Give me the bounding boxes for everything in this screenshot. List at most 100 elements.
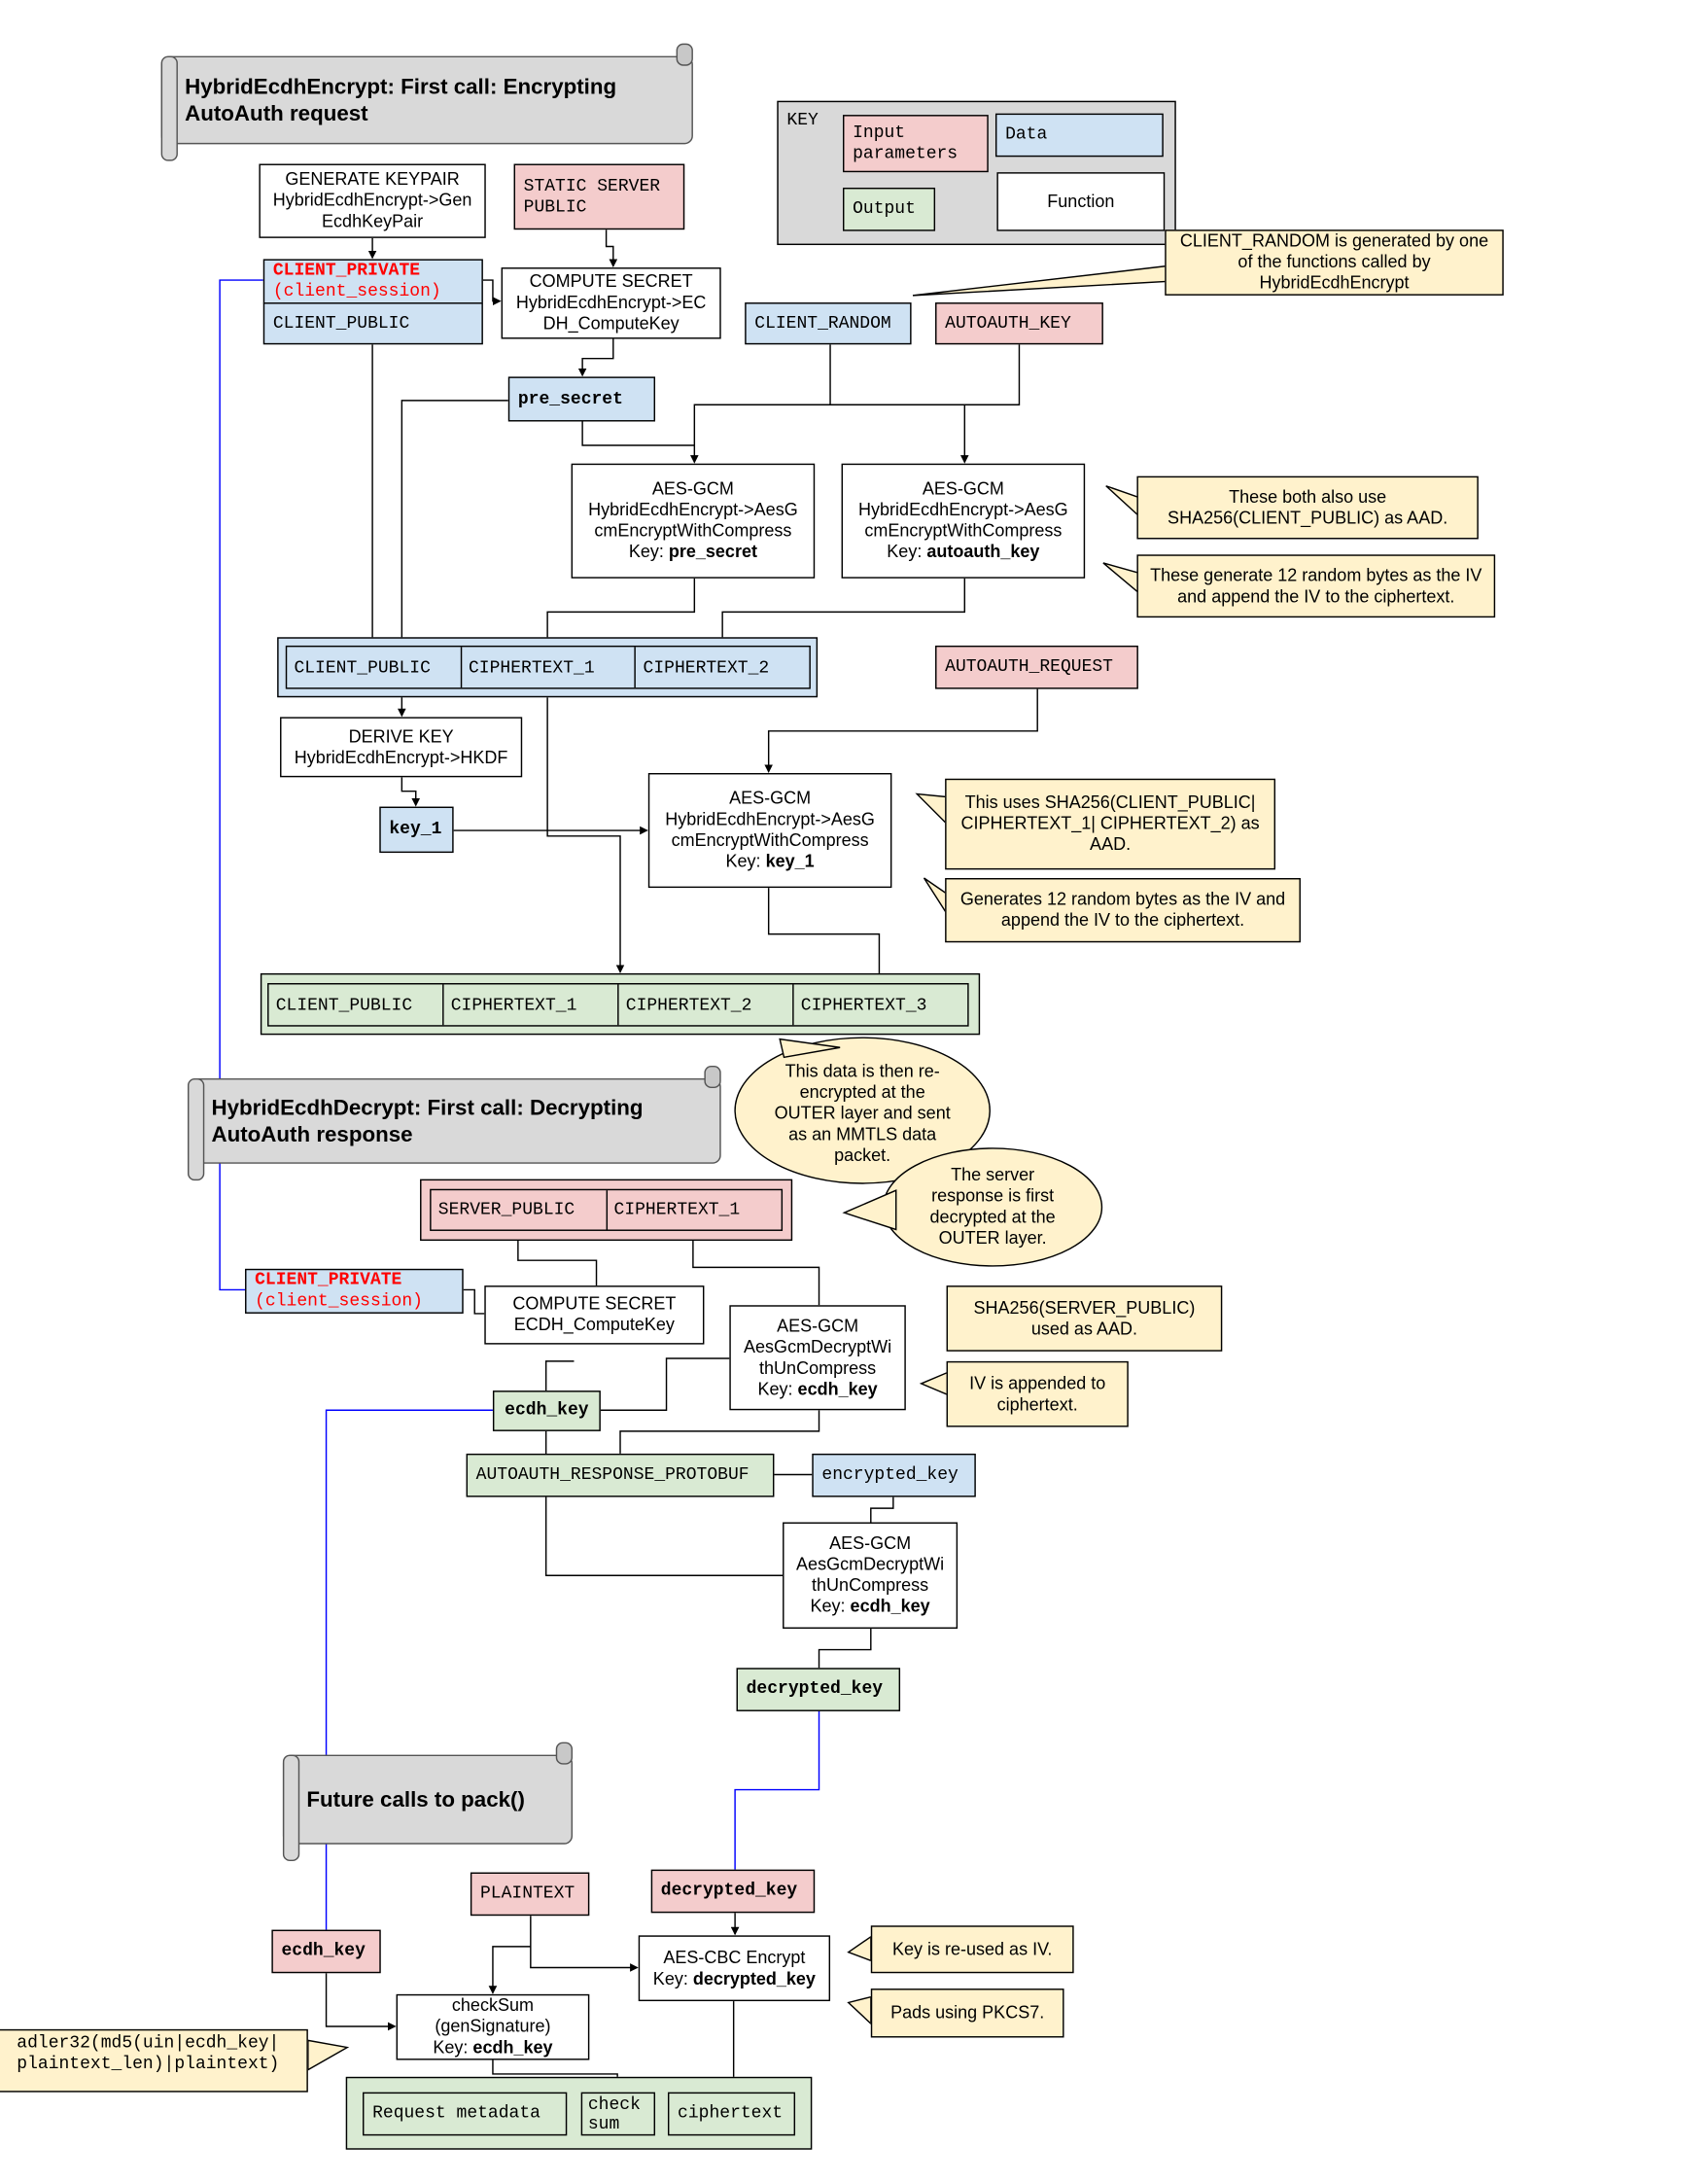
function-title: COMPUTE SECRET [512, 1293, 677, 1314]
function-call: thUnCompress [812, 1575, 929, 1596]
function-call: HybridEcdhEncrypt->AesG [858, 500, 1068, 520]
request-metadata: Request metadata [363, 2092, 568, 2136]
aes-gcm-key-1: AES-GCM HybridEcdhEncrypt->AesG cmEncryp… [647, 772, 892, 889]
note-aad-both: These both also use SHA256(CLIENT_PUBLIC… [1136, 475, 1479, 540]
client-session-label: (client_session) [272, 281, 441, 301]
encrypted-key: encrypted_key [812, 1453, 976, 1497]
check-sum: check sum [580, 2092, 656, 2136]
client-session-label: (client_session) [255, 1290, 423, 1312]
checksum-function: checkSum (genSignature) Key: ecdh_key [396, 1993, 590, 2060]
note-pkcs7: Pads using PKCS7. [870, 1988, 1064, 2038]
connector [482, 279, 502, 305]
row-cell: CIPHERTEXT_1 [444, 984, 619, 1026]
key-function: Function [996, 172, 1166, 231]
function-call: HybridEcdhEncrypt->Gen [272, 190, 472, 211]
function-key: Key: key_1 [725, 851, 815, 871]
row-cell: CIPHERTEXT_1 [462, 647, 637, 688]
function-call: AesGcmDecryptWi [744, 1336, 892, 1356]
function-title: COMPUTE SECRET [529, 271, 693, 292]
aes-gcm-autoauth-key: AES-GCM HybridEcdhEncrypt->AesG cmEncryp… [841, 463, 1086, 579]
encrypt-output-row: CLIENT_PUBLIC CIPHERTEXT_1 CIPHERTEXT_2 … [267, 983, 969, 1027]
pre-secret: pre_secret [507, 376, 656, 422]
function-title: GENERATE KEYPAIR [285, 169, 460, 190]
row-cell: SERVER_PUBLIC [432, 1190, 608, 1230]
client-random: CLIENT_RANDOM [745, 302, 912, 345]
note-iv-both: These generate 12 random bytes as the IV… [1136, 554, 1496, 618]
function-call: HybridEcdhEncrypt->EC [515, 293, 707, 313]
function-title: AES-GCM [922, 478, 1004, 499]
connector [619, 1410, 820, 1454]
key-output: Output [843, 187, 936, 231]
function-key: Key: ecdh_key [810, 1596, 930, 1616]
autoauth-request: AUTOAUTH_REQUEST [935, 645, 1138, 689]
compute-secret-function: COMPUTE SECRET HybridEcdhEncrypt->EC DH_… [501, 267, 721, 339]
title-encrypt: HybridEcdhEncrypt: First call: Encryptin… [160, 43, 693, 161]
compute-secret-decrypt-function: COMPUTE SECRET ECDH_ComputeKey [484, 1285, 705, 1345]
function-key: Key: pre_secret [628, 542, 757, 562]
function-title: AES-CBC Encrypt [663, 1947, 806, 1967]
function-call: AesGcmDecryptWi [796, 1554, 945, 1574]
callout-tail [1102, 562, 1139, 594]
function-call: EcdhKeyPair [322, 211, 424, 231]
function-title: AES-GCM [729, 788, 812, 808]
note-aad-key1: This uses SHA256(CLIENT_PUBLIC| CIPHERTE… [945, 778, 1276, 870]
autoauth-response-protobuf: AUTOAUTH_RESPONSE_PROTOBUF [466, 1453, 775, 1497]
connector [530, 1916, 639, 1972]
note-adler: adler32(md5(uin|ecdh_key| plaintext_len)… [0, 2028, 308, 2093]
function-key: Key: autoauth_key [887, 542, 1040, 562]
aes-gcm-decrypt-2: AES-GCM AesGcmDecryptWi thUnCompress Key… [783, 1522, 959, 1629]
client-private-label: CLIENT_PRIVATE [255, 1270, 402, 1290]
function-title: AES-GCM [829, 1533, 912, 1554]
client-public: CLIENT_PUBLIC [262, 302, 483, 345]
connector [544, 1360, 575, 1391]
connector [764, 688, 1038, 773]
note-reencrypted: This data is then re-encrypted at the OU… [774, 1060, 951, 1165]
connector [325, 1973, 397, 2031]
note-aad-server: SHA256(SERVER_PUBLIC) used as AAD. [946, 1285, 1223, 1352]
plaintext: PLAINTEXT [470, 1872, 590, 1917]
connector [488, 1946, 531, 1994]
callout-tail [923, 877, 948, 916]
function-call: cmEncryptWithCompress [864, 520, 1063, 541]
callout-tail [1105, 485, 1139, 517]
function-key: Key: ecdh_key [433, 2037, 553, 2058]
function-call: cmEncryptWithCompress [594, 520, 792, 541]
function-call: DH_ComputeKey [542, 313, 680, 334]
function-key: Key: ecdh_key [757, 1378, 878, 1399]
function-call: HybridEcdhEncrypt->AesG [665, 809, 875, 829]
function-call: thUnCompress [759, 1357, 877, 1378]
function-title: AES-GCM [777, 1316, 859, 1336]
connector [600, 1357, 730, 1412]
function-call: (genSignature) [435, 2016, 551, 2037]
derive-key-function: DERIVE KEY HybridEcdhEncrypt->HKDF [280, 717, 523, 778]
key-data: Data [994, 113, 1164, 158]
function-call: HybridEcdhEncrypt->AesG [588, 500, 798, 520]
callout-tail [847, 1995, 872, 2025]
note-key-iv: Key is re-used as IV. [870, 1925, 1074, 1974]
connector [870, 1496, 894, 1523]
diagram: HybridEcdhEncrypt: First call: Encryptin… [0, 0, 1708, 2182]
connector [463, 1288, 485, 1315]
function-call: cmEncryptWithCompress [671, 830, 869, 851]
ecdh-key-output: ecdh_key [492, 1390, 601, 1431]
function-key: Key: decrypted_key [652, 1968, 816, 1988]
aes-gcm-pre-secret: AES-GCM HybridEcdhEncrypt->AesG cmEncryp… [571, 463, 816, 579]
connector [546, 697, 625, 973]
callout-tail [307, 2039, 350, 2071]
note-client-random: CLIENT_RANDOM is generated by one of the… [1165, 229, 1504, 296]
intermediate-row: CLIENT_PUBLIC CIPHERTEXT_1 CIPHERTEXT_2 [285, 645, 811, 689]
title-decrypt: HybridEcdhDecrypt: First call: Decryptin… [187, 1065, 721, 1181]
function-title: checkSum [451, 1995, 534, 2016]
callout-tail [842, 1189, 897, 1231]
callout-tail [912, 264, 1168, 297]
connector [581, 421, 695, 446]
ciphertext: ciphertext [667, 2092, 796, 2136]
connector [542, 578, 696, 646]
row-cell: CLIENT_PUBLIC [269, 984, 444, 1026]
note-iv-appended: IV is appended to ciphertext. [946, 1360, 1129, 1427]
row-cell: CIPHERTEXT_2 [643, 657, 770, 678]
callout-tail [919, 1371, 949, 1396]
connector [577, 338, 614, 377]
key-label: KEY [786, 110, 819, 130]
server-response-row: SERVER_PUBLIC CIPHERTEXT_1 [430, 1188, 784, 1231]
